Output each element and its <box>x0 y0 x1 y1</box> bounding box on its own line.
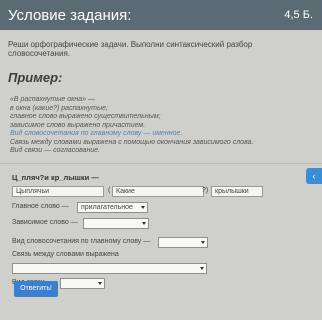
type-row: Вид словосочетания по главному слову — <box>0 236 322 250</box>
task-header: Условие задания: 4,5 Б. <box>0 0 322 30</box>
chevron-down-icon <box>141 205 145 209</box>
main-word-row: Главное слово — прилагательное <box>0 201 322 215</box>
main-word-select[interactable]: прилагательное <box>77 201 148 213</box>
answer-button[interactable]: Ответить! <box>14 281 58 297</box>
main-word-value: прилагательное <box>81 203 133 211</box>
paren-open: ( <box>108 186 111 194</box>
example-line: Связь между словами выражена с помощью о… <box>10 138 254 146</box>
connection-expr-select[interactable] <box>12 262 207 274</box>
example-line: «В распахнутые окна» — <box>10 96 95 103</box>
header-title: Условие задания: <box>8 6 132 24</box>
chevron-left-icon[interactable]: ‹ <box>306 168 322 184</box>
connection-expr-row <box>0 262 322 276</box>
example-line: Вид связи — согласование. <box>10 147 101 154</box>
type-label: Вид словосочетания по главному слову — <box>12 237 151 245</box>
question-field[interactable]: Какие <box>112 185 204 197</box>
chevron-down-icon <box>98 281 102 285</box>
example-title: Пример: <box>8 70 63 85</box>
dependent-word-label: Зависимое слово — <box>12 218 78 226</box>
example-line: зависимое слово выражено причастием. <box>10 121 146 129</box>
divider <box>0 162 322 164</box>
chevron-down-icon <box>200 266 204 270</box>
paren-close: ?) <box>202 186 209 194</box>
exercise-formula: Ц_пляч?и кр_лышки — <box>12 172 99 182</box>
word1-field[interactable]: Цыплячьи <box>12 185 104 197</box>
example-line: главное слово выражено существительным; <box>10 113 161 120</box>
example-line: в окна (какие?) распахнутые; <box>10 104 108 112</box>
task-instruction: Реши орфографические задачи. Выполни син… <box>8 40 253 58</box>
connection-type-select[interactable] <box>60 277 105 289</box>
main-word-label: Главное слово — <box>12 202 69 210</box>
example-block: «В распахнутые окна» — в окна (какие?) р… <box>8 90 314 156</box>
chevron-down-icon <box>142 221 146 225</box>
task-points: 4,5 Б. <box>284 9 313 21</box>
chevron-down-icon <box>201 240 205 244</box>
type-select[interactable] <box>158 236 208 248</box>
dependent-word-row: Зависимое слово — <box>0 217 322 231</box>
connection-expr-label-row: Связь между словами выражена <box>0 250 322 263</box>
dependent-word-select[interactable] <box>83 217 149 229</box>
example-line: Вид словосочетания по главному слову — и… <box>10 130 183 137</box>
connection-expr-label: Связь между словами выражена <box>12 250 119 258</box>
word-row: Цыплячьи ( Какие ?) крылышки <box>0 185 322 199</box>
word2-field[interactable]: крылышки <box>211 185 263 197</box>
